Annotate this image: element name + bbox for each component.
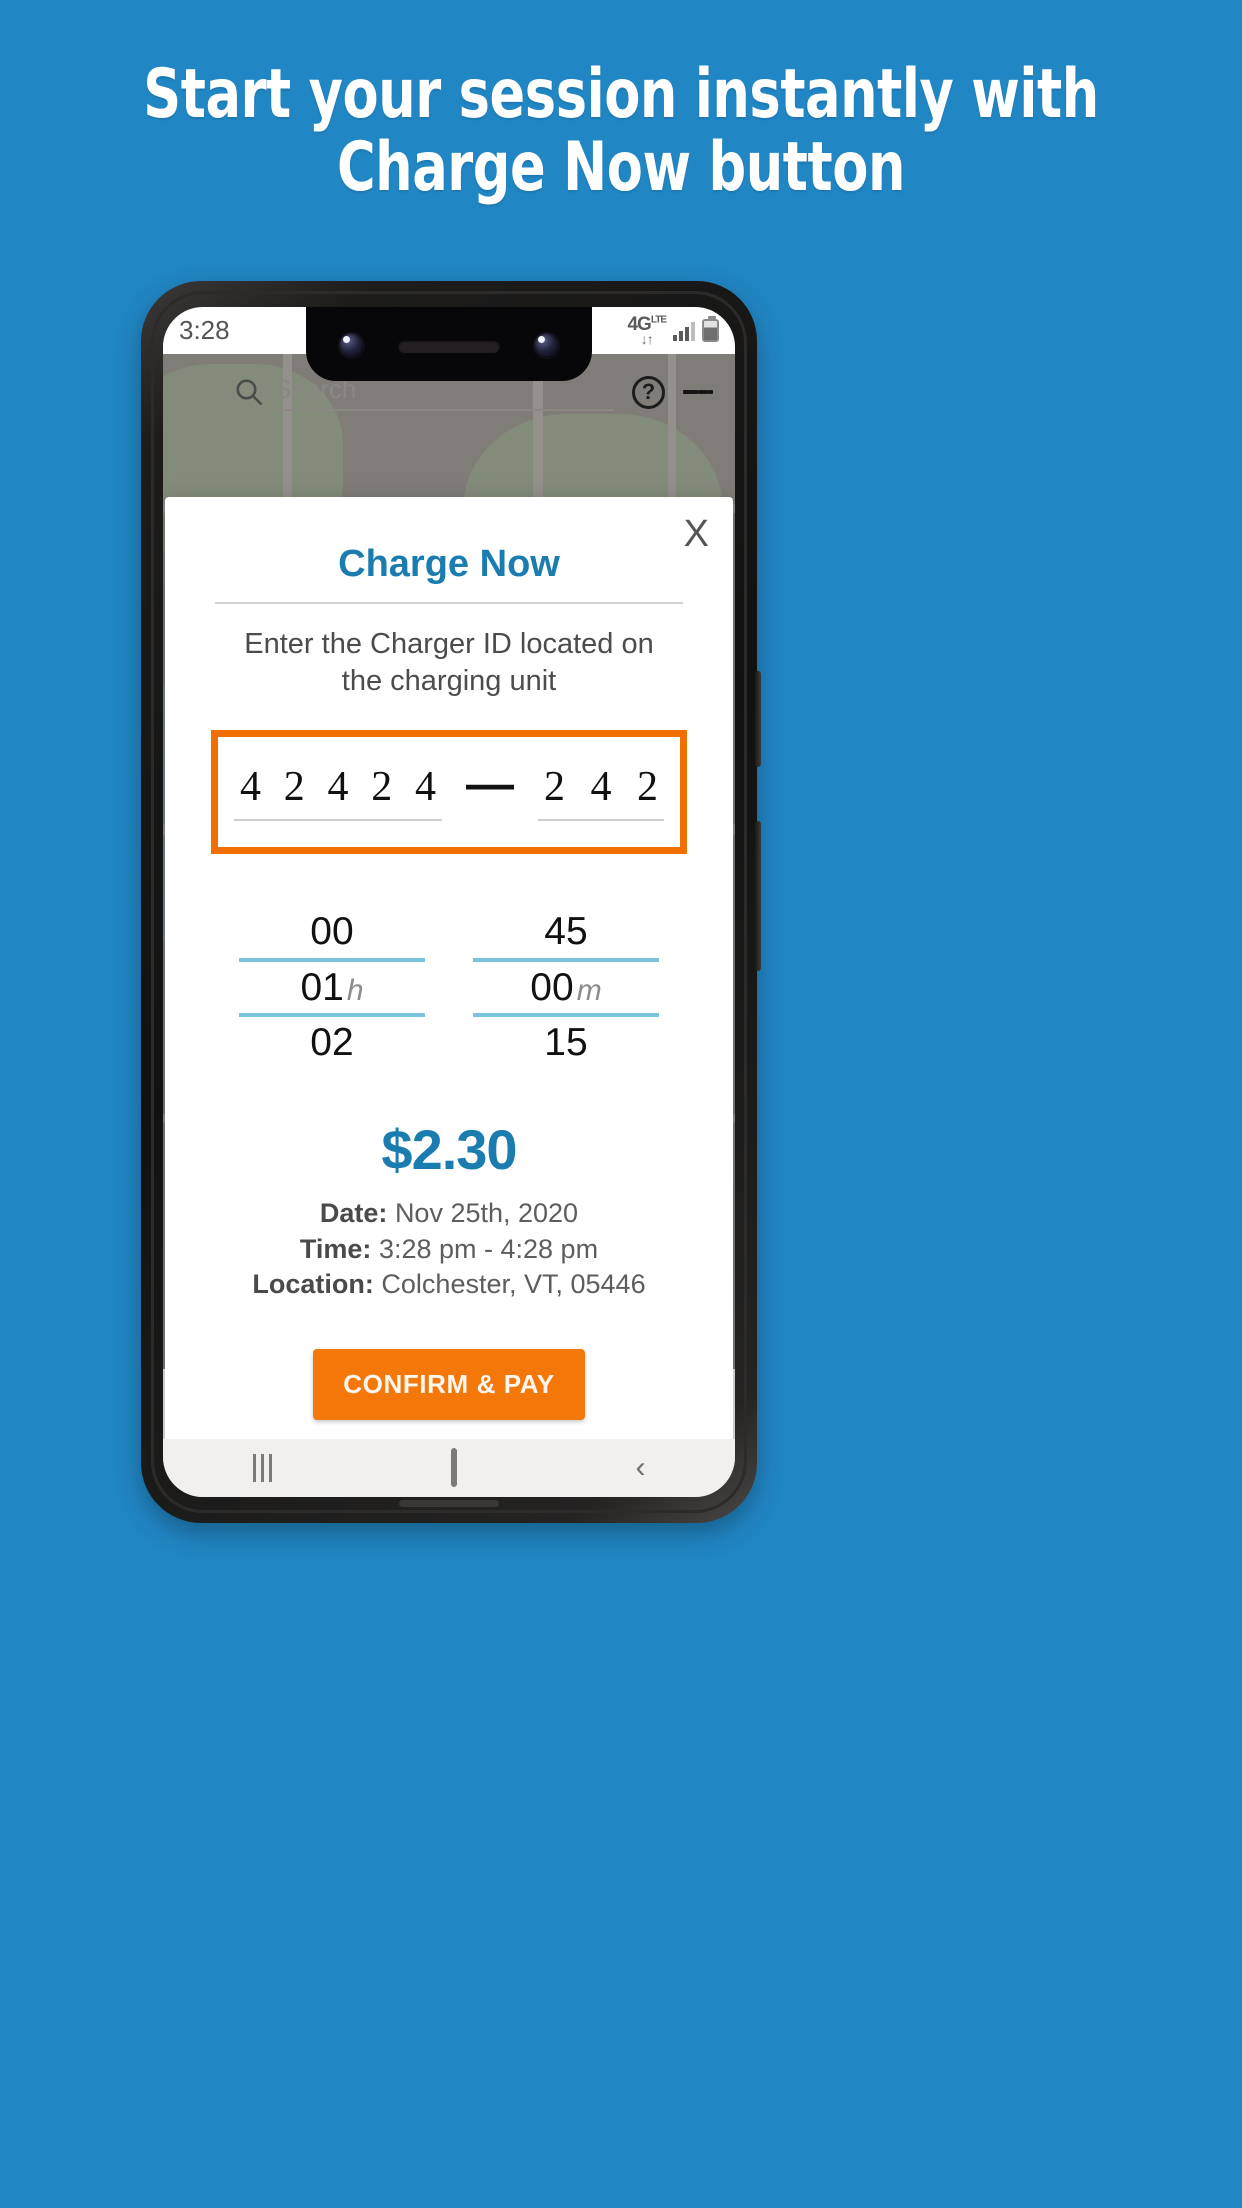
charger-id-digit[interactable]: 2 [544,763,565,811]
back-chevron-icon[interactable]: ‹ [636,1453,646,1483]
status-time: 3:28 [179,315,230,345]
minutes-value: 00 [530,965,574,1009]
confirm-and-pay-button[interactable]: CONFIRM & PAY [313,1349,585,1421]
promo-headline: Start your session instantly with Charge… [87,58,1155,205]
signal-bars-icon [673,321,695,341]
dialog-title: Charge Now [338,543,560,585]
charger-id-group-2[interactable]: 2 4 2 [538,763,664,822]
hamburger-menu-icon[interactable] [185,385,216,399]
phone-bottom-accent [399,1500,499,1507]
phone-mockup: Google Redwoods State P Hill B N P S be … [141,281,761,1523]
minutes-next-value[interactable]: 15 [473,1017,659,1068]
detail-value: 3:28 pm - 4:28 pm [378,1233,599,1264]
4g-lte-icon: 4GLTE ↓↑ [627,314,667,347]
hours-spinner[interactable]: 00 01 h 02 [239,906,425,1068]
charger-id-digit[interactable]: 2 [371,763,392,811]
duration-picker: 00 01 h 02 45 00 m 15 [191,906,707,1068]
minutes-spinner[interactable]: 45 00 m 15 [473,906,659,1068]
hours-value: 01 [300,965,344,1009]
charger-id-digit[interactable]: 2 [284,763,305,811]
charger-id-group-1[interactable]: 4 2 4 2 4 [234,763,442,822]
close-icon[interactable]: X [684,515,709,553]
charger-id-digit[interactable]: 4 [328,763,349,811]
earpiece-speaker [398,340,500,353]
minutes-selected[interactable]: 00 m [473,962,659,1013]
charger-id-digit[interactable]: 4 [415,763,436,811]
home-icon[interactable] [450,1448,457,1487]
hours-prev-value[interactable]: 00 [239,906,425,957]
charger-id-digit[interactable]: 2 [637,763,658,811]
charger-id-separator: — [466,758,514,812]
detail-label: Date: [319,1197,388,1228]
front-camera-icon [534,333,559,358]
phone-volume-button [755,671,761,767]
detail-value: Nov 25th, 2020 [394,1197,579,1228]
detail-row-location: Location: Colchester, VT, 05446 [191,1267,707,1303]
android-nav-bar: ‹ [163,1439,735,1497]
filter-icon[interactable] [683,385,713,399]
search-icon[interactable] [234,377,264,407]
dialog-instructions: Enter the Charger ID located on the char… [244,628,654,698]
hours-selected[interactable]: 01 h [239,962,425,1013]
help-circle-icon[interactable]: ? [632,375,665,409]
charger-id-field[interactable]: 4 2 4 2 4 — 2 4 2 [211,730,687,855]
minutes-prev-value[interactable]: 45 [473,906,659,957]
phone-power-button [755,821,761,971]
hours-next-value[interactable]: 02 [239,1017,425,1068]
front-camera-icon [339,333,364,358]
promo-headline-line1: Start your session instantly with [143,55,1099,134]
detail-label: Time: [299,1233,372,1264]
detail-row-time: Time: 3:28 pm - 4:28 pm [191,1232,707,1268]
phone-screen: Google Redwoods State P Hill B N P S be … [163,307,735,1497]
status-icons: 4GLTE ↓↑ [627,315,719,346]
hours-unit: h [346,973,364,1007]
detail-label: Location: [252,1269,374,1300]
charger-id-digit[interactable]: 4 [240,763,261,811]
battery-icon [702,316,719,342]
price-total: $2.30 [381,1117,517,1181]
detail-value: Colchester, VT, 05446 [381,1269,646,1300]
recents-icon[interactable] [252,1454,272,1482]
minutes-unit: m [576,973,602,1007]
charger-id-digit[interactable]: 4 [591,763,612,811]
session-details: Date: Nov 25th, 2020 Time: 3:28 pm - 4:2… [191,1196,707,1304]
detail-row-date: Date: Nov 25th, 2020 [191,1196,707,1232]
data-arrows-icon: ↓↑ [640,331,654,347]
confirm-button-wrap: CONFIRM & PAY [191,1349,707,1421]
charge-now-dialog: X Charge Now Enter the Charger ID locate… [165,497,733,1451]
promo-headline-line2: Charge Now button [336,128,906,208]
camera-notch [306,307,592,381]
